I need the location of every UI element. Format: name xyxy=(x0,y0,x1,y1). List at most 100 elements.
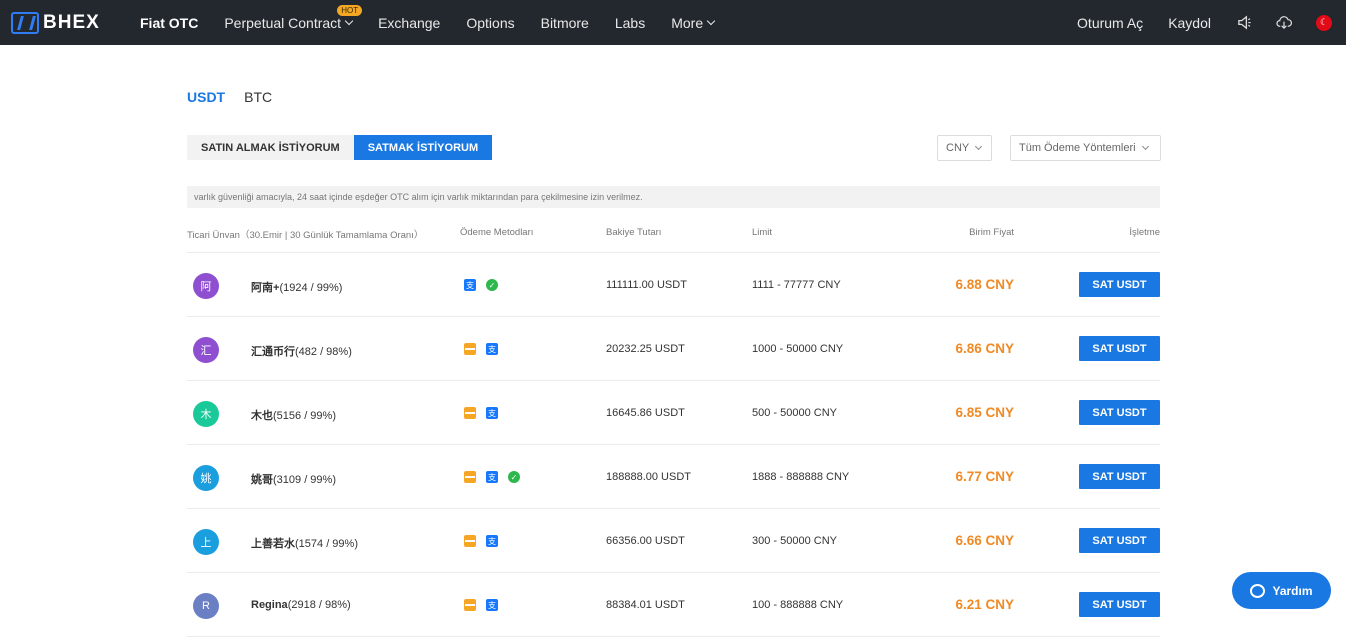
sell-usdt-button[interactable]: SAT USDT xyxy=(1079,272,1160,297)
nav-item-perpetual-contract[interactable]: Perpetual Contract HOT xyxy=(224,4,363,31)
column-header-limit: Limit xyxy=(752,227,773,238)
buy-tab[interactable]: SATIN ALMAK İSTİYORUM xyxy=(187,135,354,160)
avatar[interactable]: 姚 xyxy=(193,465,219,491)
alipay-icon: 支 xyxy=(464,279,476,291)
balance-amount: 188888.00 USDT xyxy=(606,471,691,483)
table-row: 木 木也(5156 / 99%) 支 16645.86 USDT 500 - 50000… xyxy=(187,381,1160,445)
payment-methods: 支 ✓ xyxy=(464,279,508,291)
language-flag-icon[interactable]: ☾ xyxy=(1316,14,1332,31)
avatar[interactable]: 汇 xyxy=(193,337,219,363)
payment-method-select[interactable]: Tüm Ödeme Yöntemleri xyxy=(1010,135,1161,161)
top-navbar: BHEX Fiat OTC Perpetual Contract HOT Exchan… xyxy=(0,0,1346,45)
sell-usdt-button[interactable]: SAT USDT xyxy=(1079,592,1160,617)
logo-text: BHEX xyxy=(43,11,100,33)
merchant-name[interactable]: 汇通币行(482 / 98%) xyxy=(251,343,352,359)
column-header-payment: Ödeme Metodları xyxy=(460,227,534,238)
alipay-icon: 支 xyxy=(486,471,498,483)
unit-price: 6.86 CNY xyxy=(955,341,1014,356)
payment-methods: 支 ✓ xyxy=(464,471,530,483)
coin-tab-btc[interactable]: BTC xyxy=(244,89,272,105)
column-header-price: Birim Fiyat xyxy=(969,227,1014,238)
bank-card-icon xyxy=(464,471,476,483)
trade-side-tabs: SATIN ALMAK İSTİYORUM SATMAK İSTİYORUM xyxy=(187,135,493,160)
merchant-name[interactable]: 阿南+(1924 / 99%) xyxy=(251,279,342,295)
help-button[interactable]: Yardım xyxy=(1232,572,1331,609)
merchant-stats: (2918 / 98%) xyxy=(287,599,351,611)
avatar[interactable]: 阿 xyxy=(193,273,219,299)
merchant-name[interactable]: 木也(5156 / 99%) xyxy=(251,407,336,423)
unit-price: 6.66 CNY xyxy=(955,533,1014,548)
bank-card-icon xyxy=(464,535,476,547)
column-header-merchant: Ticari Ünvan（30.Emir | 30 Günlük Tamamla… xyxy=(187,230,424,241)
nav-item-label: Labs xyxy=(614,14,646,31)
currency-select[interactable]: CNY xyxy=(937,135,992,161)
nav-item-fiat-otc[interactable]: Fiat OTC xyxy=(140,15,198,31)
order-limit: 300 - 50000 CNY xyxy=(752,535,837,547)
merchant-name-text: 木也 xyxy=(251,410,273,422)
merchant-stats: (1574 / 99%) xyxy=(295,538,358,550)
nav-item-more[interactable]: More xyxy=(671,14,716,31)
coin-tab-usdt[interactable]: USDT xyxy=(187,89,225,105)
merchant-name[interactable]: Regina(2918 / 98%) xyxy=(251,599,351,611)
register-link[interactable]: Kaydol xyxy=(1168,15,1211,31)
merchant-stats: (1924 / 99%) xyxy=(279,282,343,294)
bank-card-icon xyxy=(464,599,476,611)
avatar[interactable]: 木 xyxy=(193,401,219,427)
payment-methods: 支 xyxy=(464,407,508,419)
sell-usdt-button[interactable]: SAT USDT xyxy=(1079,528,1160,553)
currency-select-value: CNY xyxy=(946,142,970,154)
wechat-pay-icon: ✓ xyxy=(508,471,520,483)
chevron-down-icon xyxy=(975,142,983,151)
nav-item-labs[interactable]: Labs xyxy=(615,15,645,31)
nav-item-label: Perpetual Contract xyxy=(224,14,342,31)
nav-item-options[interactable]: Options xyxy=(466,15,514,31)
nav-item-label: Exchange xyxy=(378,14,441,31)
nav-item-bitmore[interactable]: Bitmore xyxy=(541,15,589,31)
table-header: Ticari Ünvan（30.Emir | 30 Günlük Tamamla… xyxy=(187,227,1160,253)
bank-card-icon xyxy=(464,407,476,419)
merchant-stats: (482 / 98%) xyxy=(295,346,352,358)
bank-card-icon xyxy=(464,343,476,355)
order-limit: 500 - 50000 CNY xyxy=(752,407,837,419)
hot-badge: HOT xyxy=(337,4,363,16)
avatar[interactable]: 上 xyxy=(193,529,219,555)
nav-item-label: Bitmore xyxy=(540,14,589,31)
table-row: R Regina(2918 / 98%) 支 88384.01 USDT 100 - 8… xyxy=(187,573,1160,637)
download-icon[interactable] xyxy=(1276,15,1292,31)
nav-item-label: Fiat OTC xyxy=(140,14,199,31)
merchant-name-text: Regina xyxy=(251,599,288,611)
chevron-down-icon xyxy=(1141,142,1149,151)
merchant-name[interactable]: 上善若水(1574 / 99%) xyxy=(251,535,358,551)
unit-price: 6.85 CNY xyxy=(955,405,1014,420)
logo[interactable]: BHEX xyxy=(11,11,131,34)
sell-tab[interactable]: SATMAK İSTİYORUM xyxy=(353,135,493,160)
nav-item-exchange[interactable]: Exchange xyxy=(378,15,440,31)
payment-method-select-value: Tüm Ödeme Yöntemleri xyxy=(1019,142,1136,154)
nav-item-label: More xyxy=(671,14,704,31)
sell-usdt-button[interactable]: SAT USDT xyxy=(1079,464,1160,489)
balance-amount: 16645.86 USDT xyxy=(606,407,685,419)
merchant-name[interactable]: 姚哥(3109 / 99%) xyxy=(251,471,336,487)
balance-amount: 66356.00 USDT xyxy=(606,535,685,547)
login-link[interactable]: Oturum Aç xyxy=(1077,15,1143,31)
avatar[interactable]: R xyxy=(193,593,219,619)
table-row: 姚姚哥(3109 / 99%) 支 ✓ 188888.00 USDT 1888 - 88… xyxy=(187,445,1160,509)
merchant-stats: (5156 / 99%) xyxy=(273,410,336,422)
order-limit: 1888 - 888888 CNY xyxy=(752,471,850,483)
column-header-action: İşletme xyxy=(1129,227,1160,238)
announcement-icon[interactable] xyxy=(1236,15,1252,31)
logo-icon xyxy=(11,11,39,34)
unit-price: 6.88 CNY xyxy=(955,277,1014,292)
balance-amount: 88384.01 USDT xyxy=(606,599,685,611)
balance-amount: 20232.25 USDT xyxy=(606,343,685,355)
nav-item-label: Options xyxy=(466,14,515,31)
sell-usdt-button[interactable]: SAT USDT xyxy=(1079,400,1160,425)
merchant-name-text: 姚哥 xyxy=(251,474,273,486)
alipay-icon: 支 xyxy=(486,343,498,355)
merchant-name-text: 上善若水 xyxy=(251,538,295,550)
merchant-name-text: 汇通币行 xyxy=(251,346,295,358)
merchant-name-text: 阿南+ xyxy=(251,282,280,294)
sell-usdt-button[interactable]: SAT USDT xyxy=(1079,336,1160,361)
alipay-icon: 支 xyxy=(486,407,498,419)
alipay-icon: 支 xyxy=(486,535,498,547)
